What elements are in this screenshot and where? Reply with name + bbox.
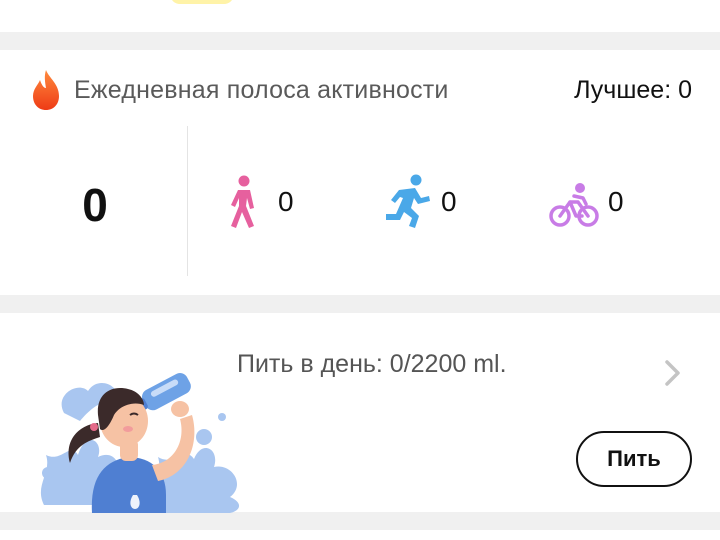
best-streak: Лучшее: 0	[574, 76, 692, 104]
running-icon	[386, 174, 430, 228]
walking-streak: 0	[226, 174, 306, 234]
next-card	[0, 530, 720, 540]
daily-water-goal: Пить в день: 0/2200 ml.	[237, 350, 507, 378]
running-streak: 0	[383, 174, 473, 234]
top-card	[0, 0, 720, 32]
streak-header: Ежедневная полоса активности Лучшее: 0	[28, 68, 698, 112]
drink-button[interactable]: Пить	[576, 431, 692, 487]
top-card-illustration	[170, 0, 234, 4]
cycling-streak: 0	[548, 174, 638, 234]
divider	[187, 126, 188, 276]
cycling-icon	[549, 183, 599, 227]
streak-title: Ежедневная полоса активности	[74, 76, 449, 104]
running-count: 0	[441, 186, 457, 217]
walking-count: 0	[278, 186, 294, 217]
water-intake-card[interactable]: Пить в день: 0/2200 ml. Пить	[0, 313, 720, 513]
walking-icon	[231, 175, 254, 228]
cycling-count: 0	[608, 186, 624, 217]
girl-drinking-water-illustration	[40, 373, 240, 513]
streak-total-count: 0	[82, 179, 108, 231]
flame-icon	[33, 70, 59, 110]
activity-streak-card[interactable]: Ежедневная полоса активности Лучшее: 0 0…	[0, 50, 720, 295]
chevron-right-icon[interactable]	[662, 357, 684, 389]
